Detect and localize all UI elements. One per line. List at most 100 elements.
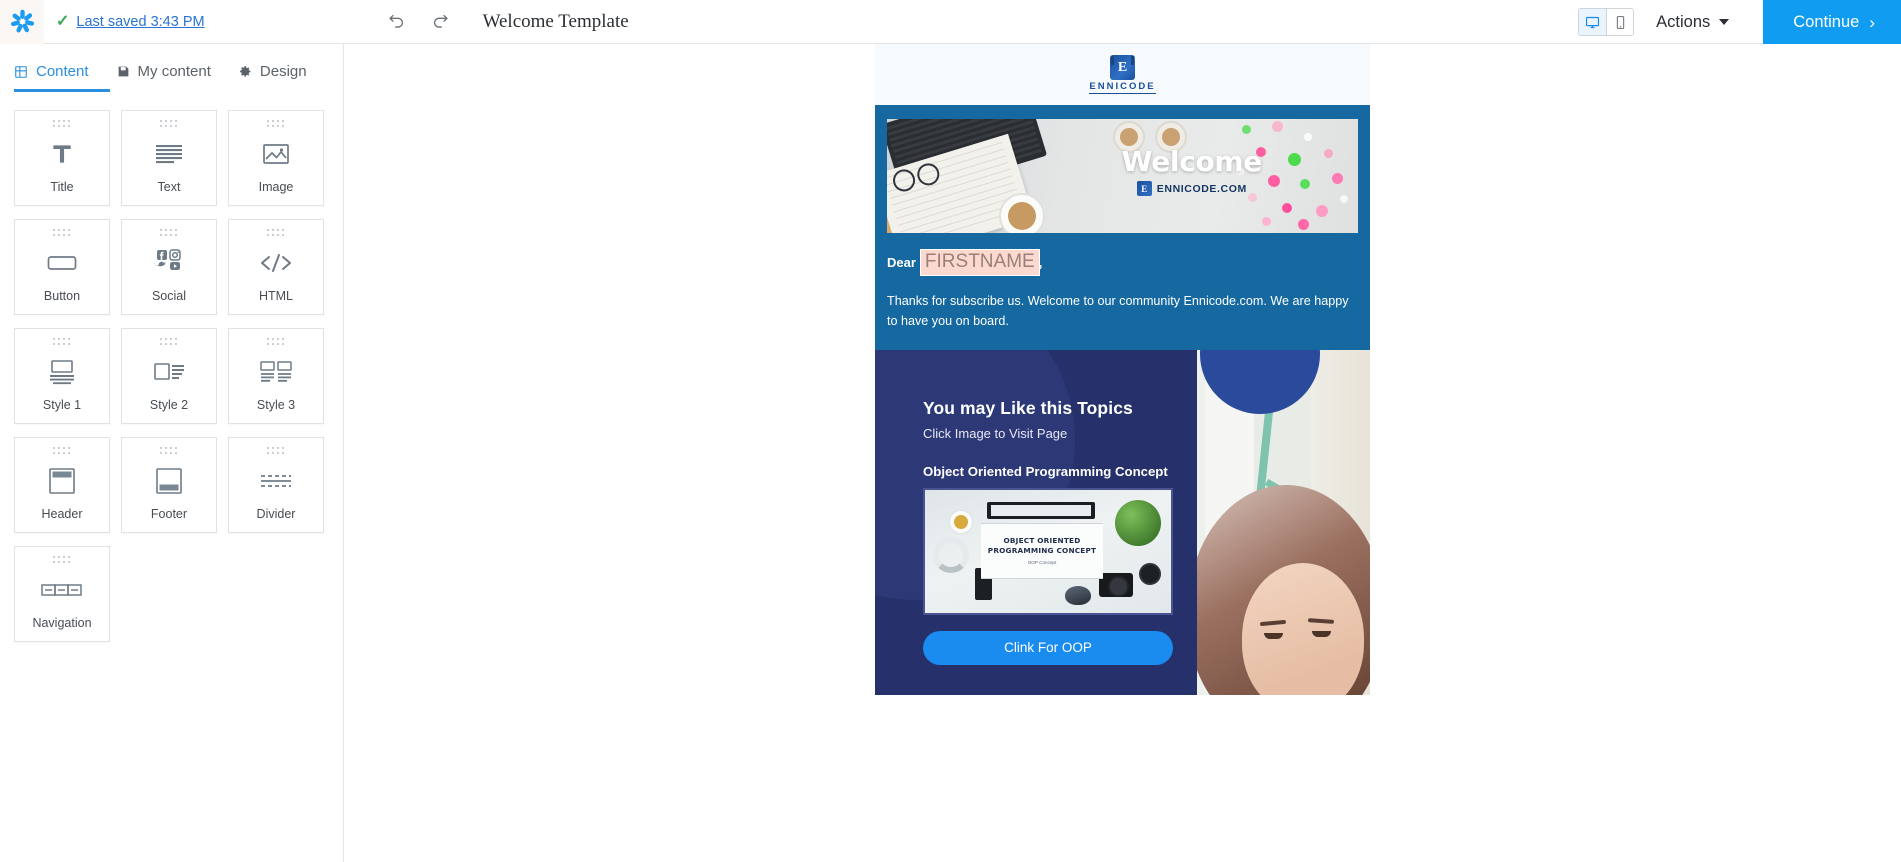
block-text[interactable]: Text — [121, 110, 217, 206]
block-footer-label: Footer — [150, 507, 188, 521]
social-networks-icon — [154, 237, 184, 289]
block-navigation-label: Navigation — [32, 616, 92, 630]
document-title[interactable]: Welcome Template — [483, 11, 629, 33]
block-text-label: Text — [157, 180, 181, 194]
save-status: ✓ Last saved 3:43 PM — [56, 12, 205, 30]
hero-banner-image[interactable]: Welcome E ENNICODE.COM — [887, 119, 1358, 233]
tab-my-content[interactable]: My content — [117, 44, 211, 91]
content-blocks-panel: Title Text Image Button Social HTML Styl… — [0, 89, 343, 642]
redo-button[interactable] — [430, 11, 452, 33]
email-topics-block[interactable]: You may Like this Topics Click Image to … — [875, 349, 1370, 695]
left-sidebar: Content My content Design Title Text Ima… — [0, 44, 344, 862]
tab-design-label: Design — [259, 63, 307, 80]
button-rounded-rect-icon — [47, 237, 77, 289]
checkmark-icon: ✓ — [56, 12, 70, 30]
navigation-menu-icon — [41, 564, 83, 616]
block-header[interactable]: Header — [14, 437, 110, 533]
dashed-divider-icon — [259, 455, 293, 507]
eye-graphic — [1264, 632, 1283, 639]
merge-tag-firstname[interactable]: FIRSTNAME — [919, 249, 1040, 276]
block-style-3-label: Style 3 — [256, 398, 296, 412]
topic-card-image[interactable]: OBJECT ORIENTED PROGRAMMING CONCEPT OOP … — [923, 487, 1173, 615]
topic-item-title[interactable]: Object Oriented Programming Concept — [923, 464, 1201, 479]
drag-handle-icon[interactable] — [267, 229, 285, 237]
greeting-line[interactable]: Dear FIRSTNAME , — [887, 249, 1358, 276]
code-brackets-icon — [259, 237, 293, 289]
block-footer[interactable]: Footer — [121, 437, 217, 533]
block-style-1-label: Style 1 — [42, 398, 82, 412]
chevron-right-icon: › — [1869, 12, 1875, 32]
topics-title[interactable]: You may Like this Topics — [923, 398, 1201, 419]
block-title[interactable]: Title — [14, 110, 110, 206]
block-style-2[interactable]: Style 2 — [121, 328, 217, 424]
cta-button-oop[interactable]: Clink For OOP — [923, 630, 1173, 665]
email-hero-block[interactable]: Welcome E ENNICODE.COM Dear FIRSTNAME , … — [875, 105, 1370, 350]
footer-bar-icon — [155, 455, 183, 507]
toolbar-right-group: Actions Continue › — [1578, 0, 1901, 44]
block-header-label: Header — [41, 507, 83, 521]
monitor-graphic — [987, 501, 1095, 519]
desktop-monitor-icon — [1586, 16, 1600, 28]
actions-menu-button[interactable]: Actions — [1656, 13, 1730, 32]
drag-handle-icon[interactable] — [160, 338, 178, 346]
hero-body-text[interactable]: Thanks for subscribe us. Welcome to our … — [887, 291, 1357, 332]
block-button-label: Button — [43, 289, 81, 303]
image-picture-icon — [262, 128, 290, 180]
hero-top-spacer — [875, 105, 1370, 119]
block-html[interactable]: HTML — [228, 219, 324, 315]
hero-welcome-group: Welcome E ENNICODE.COM — [1122, 145, 1262, 196]
greeting-comma: , — [1038, 255, 1043, 270]
block-style-3[interactable]: Style 3 — [228, 328, 324, 424]
brand-mark-icon: E — [1110, 55, 1135, 80]
tab-content[interactable]: Content — [14, 44, 89, 91]
block-divider[interactable]: Divider — [228, 437, 324, 533]
desktop-preview-button[interactable] — [1579, 9, 1607, 35]
block-title-label: Title — [50, 180, 74, 194]
block-image[interactable]: Image — [228, 110, 324, 206]
block-style-1[interactable]: Style 1 — [14, 328, 110, 424]
sidebar-tabs: Content My content Design — [0, 44, 343, 91]
email-header-block[interactable]: E ENNICODE — [875, 44, 1370, 105]
save-disk-icon — [117, 65, 130, 78]
topics-subtitle[interactable]: Click Image to Visit Page — [923, 426, 1201, 441]
block-social[interactable]: Social — [121, 219, 217, 315]
eye-graphic — [1312, 630, 1331, 637]
brand-mark-icon: E — [1136, 181, 1152, 196]
topics-content: You may Like this Topics Click Image to … — [875, 350, 1201, 695]
tab-content-label: Content — [36, 63, 89, 80]
gear-icon — [239, 65, 252, 78]
block-html-label: HTML — [258, 289, 294, 303]
undo-button[interactable] — [386, 11, 408, 33]
app-logo[interactable] — [0, 0, 44, 44]
drag-handle-icon[interactable] — [160, 229, 178, 237]
brand-logo: E ENNICODE — [1089, 55, 1156, 94]
block-button[interactable]: Button — [14, 219, 110, 315]
mobile-preview-button[interactable] — [1606, 9, 1634, 35]
top-toolbar: ✓ Last saved 3:43 PM Welcome Template Ac… — [0, 0, 1901, 44]
tea-cup-graphic — [949, 509, 973, 534]
tab-design[interactable]: Design — [239, 44, 307, 91]
brand-wordmark: ENNICODE — [1089, 81, 1156, 94]
eyebrow-graphic — [1259, 619, 1287, 626]
block-navigation[interactable]: Navigation — [14, 546, 110, 642]
device-preview-toggle — [1578, 8, 1635, 36]
drag-handle-icon[interactable] — [53, 120, 71, 128]
drag-handle-icon[interactable] — [267, 120, 285, 128]
title-T-icon — [49, 128, 75, 180]
drag-handle-icon[interactable] — [267, 338, 285, 346]
drag-handle-icon[interactable] — [53, 338, 71, 346]
email-template: E ENNICODE Welcome E ENNICODE.COM Dear F… — [875, 44, 1370, 862]
mobile-phone-icon — [1616, 15, 1624, 29]
drag-handle-icon[interactable] — [53, 556, 71, 564]
drag-handle-icon[interactable] — [53, 447, 71, 455]
drag-handle-icon[interactable] — [160, 120, 178, 128]
drag-handle-icon[interactable] — [160, 447, 178, 455]
last-saved-link[interactable]: Last saved 3:43 PM — [76, 14, 204, 30]
lens-graphic — [1139, 562, 1161, 585]
continue-button[interactable]: Continue › — [1763, 0, 1901, 44]
app-logo-icon — [10, 9, 34, 33]
drag-handle-icon[interactable] — [53, 229, 71, 237]
undo-icon — [389, 14, 404, 28]
drag-handle-icon[interactable] — [267, 447, 285, 455]
block-style-2-label: Style 2 — [149, 398, 189, 412]
